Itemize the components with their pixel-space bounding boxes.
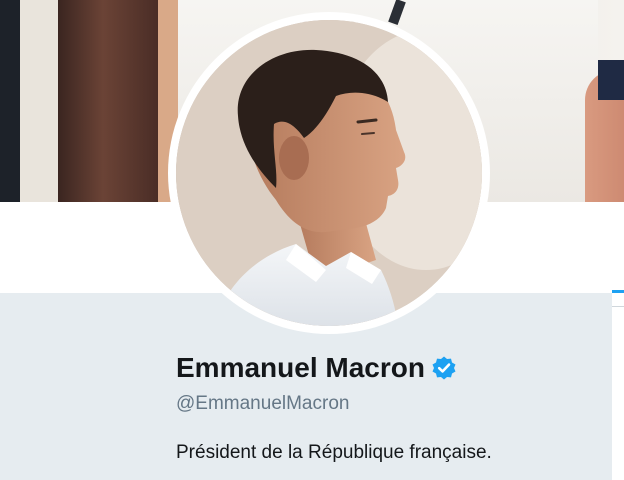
profile-name-row: Emmanuel Macron — [176, 350, 457, 386]
display-name[interactable]: Emmanuel Macron — [176, 352, 425, 384]
profile-page: Emmanuel Macron @EmmanuelMacron Présiden… — [0, 0, 624, 480]
header-photo-wood-panel — [58, 0, 158, 202]
profile-nav-panel — [612, 293, 624, 480]
header-photo-background — [20, 0, 58, 202]
nav-divider — [612, 306, 624, 307]
avatar-photo — [176, 20, 482, 326]
verified-badge-icon — [431, 355, 457, 381]
profile-bio: Président de la République française. — [176, 442, 492, 463]
header-photo-edge — [0, 0, 20, 202]
screen-name[interactable]: @EmmanuelMacron — [176, 393, 349, 415]
header-photo-sleeve — [598, 60, 624, 100]
avatar[interactable] — [168, 12, 490, 334]
avatar-portrait — [176, 20, 482, 326]
active-tab-indicator — [612, 290, 624, 293]
